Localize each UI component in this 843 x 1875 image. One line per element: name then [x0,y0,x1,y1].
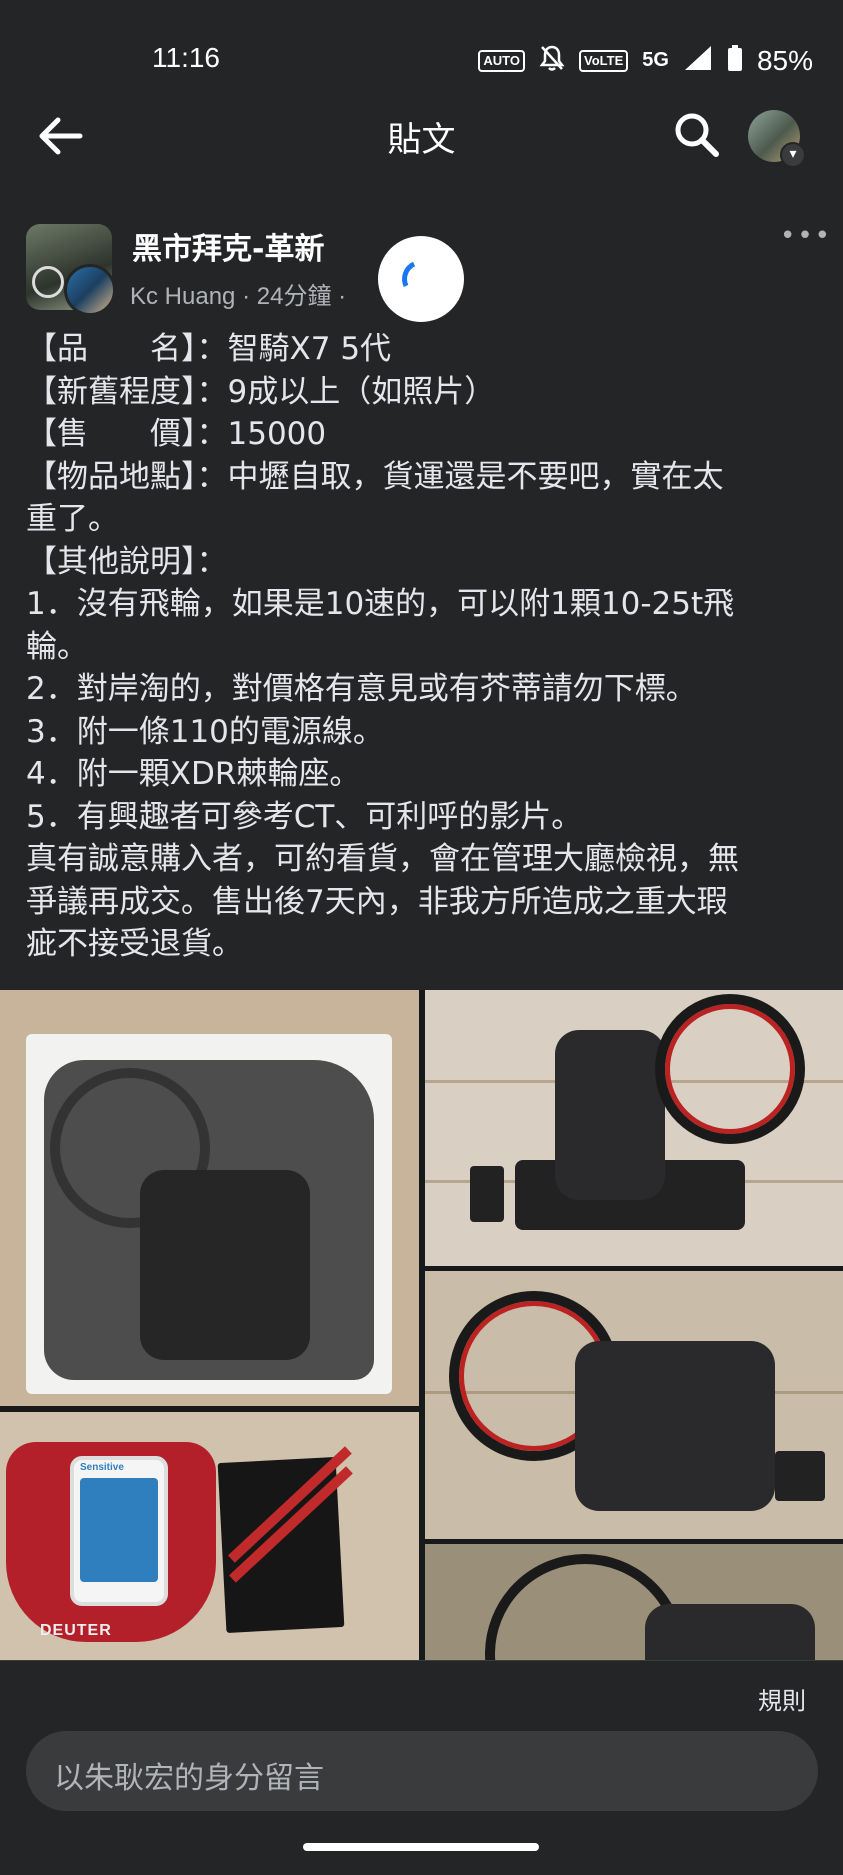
photo-grid: Sensitive DEUTER [0,990,843,1660]
photo-accessories[interactable]: Sensitive DEUTER [0,1412,419,1660]
manual-stripe [229,1466,353,1583]
flywheel-shape [655,994,805,1144]
network-5g-icon: 5G [642,49,669,71]
bicycle-wheel-icon [32,266,64,298]
power-adapter-shape [775,1451,825,1501]
post-line: 疵不接受退貨。 [26,926,243,962]
post-line: 4．附一顆XDR棘輪座。 [26,756,361,792]
search-icon[interactable] [672,110,722,160]
trainer-manual [217,1446,353,1633]
loading-spinner [378,236,464,322]
battery-percentage: 85% [756,44,813,76]
trainer-housing-shape [140,1170,310,1360]
status-icons: AUTO VoLTE 5G 85% [478,44,813,77]
power-adapter-shape [470,1166,504,1222]
post-line: 5．有興趣者可參考CT、可利呼的影片。 [26,798,583,835]
post-line: 【新舊程度】：9成以上（如照片） [26,373,496,410]
rules-link[interactable]: 規則 [758,1681,806,1716]
user-avatar[interactable] [64,264,116,316]
post-line: 重了。 [26,501,119,537]
post-line: 【售 價】：15000 [26,416,327,452]
post-line: 【品 名】：智騎X7 5代 [26,331,392,367]
volte-icon: VoLTE [579,49,629,72]
separator-dot: · [338,283,347,310]
post-line: 3．附一條110的電源線。 [26,713,384,750]
photo-trainer-in-box[interactable] [0,990,419,1406]
status-time: 11:16 [152,42,220,73]
phone-pouch: Sensitive [70,1456,168,1606]
photo-trainer-closeup[interactable] [425,1544,843,1660]
post-timestamp[interactable]: 24分鐘 [257,283,332,310]
post-line: 爭議再成交。售出後7天內，非我方所造成之重大瑕 [26,883,728,920]
post-line: 1．沒有飛輪，如果是10速的，可以附1顆10-25t飛 [26,586,735,622]
manual-stripe [227,1446,352,1563]
post-body: 【品 名】：智騎X7 5代 【新舊程度】：9成以上（如照片） 【售 價】：150… [26,328,826,966]
trainer-housing-shape [645,1604,815,1660]
author-name-link[interactable]: Kc Huang [130,283,235,310]
post-line: 2．對岸淘的，對價格有意見或有芥蒂請勿下標。 [26,671,697,707]
phone-screen [80,1478,158,1582]
phone-label: Sensitive [80,1462,124,1473]
status-bar: 11:16 AUTO VoLTE 5G 85% [0,0,843,92]
photo-trainer-side[interactable] [425,990,843,1266]
post-line: 輪。 [26,628,88,665]
signal-icon [683,44,713,77]
bag-brand-logo: DEUTER [40,1622,112,1639]
comment-input[interactable]: 以朱耿宏的身分留言 [26,1731,818,1811]
post-meta: Kc Huang · 24分鐘 · [130,276,346,311]
comment-placeholder: 以朱耿宏的身分留言 [54,1761,324,1796]
mute-bell-icon [539,44,565,77]
post-line: 真有誠意購入者，可約看貨，會在管理大廳檢視，無 [26,841,739,877]
auto-brightness-icon: AUTO [478,49,526,72]
photo-trainer-rear[interactable] [425,1271,843,1539]
battery-icon [727,44,743,77]
more-options-icon[interactable]: ••• [780,223,830,256]
separator-dot: · [242,283,257,310]
trainer-housing-shape [575,1341,775,1511]
post-line: 【物品地點】：中壢自取，貨運還是不要吧，實在太 [26,458,724,495]
group-name-link[interactable]: 黑市拜克-革新 [132,224,324,268]
chevron-down-icon[interactable]: ▾ [780,142,806,168]
trainer-housing-shape [555,1030,665,1200]
comment-area: 規則 以朱耿宏的身分留言 [0,1660,843,1875]
app-bar: 貼文 ▾ [0,92,843,182]
post-line: 【其他說明】： [26,543,228,580]
home-indicator[interactable] [303,1843,539,1851]
